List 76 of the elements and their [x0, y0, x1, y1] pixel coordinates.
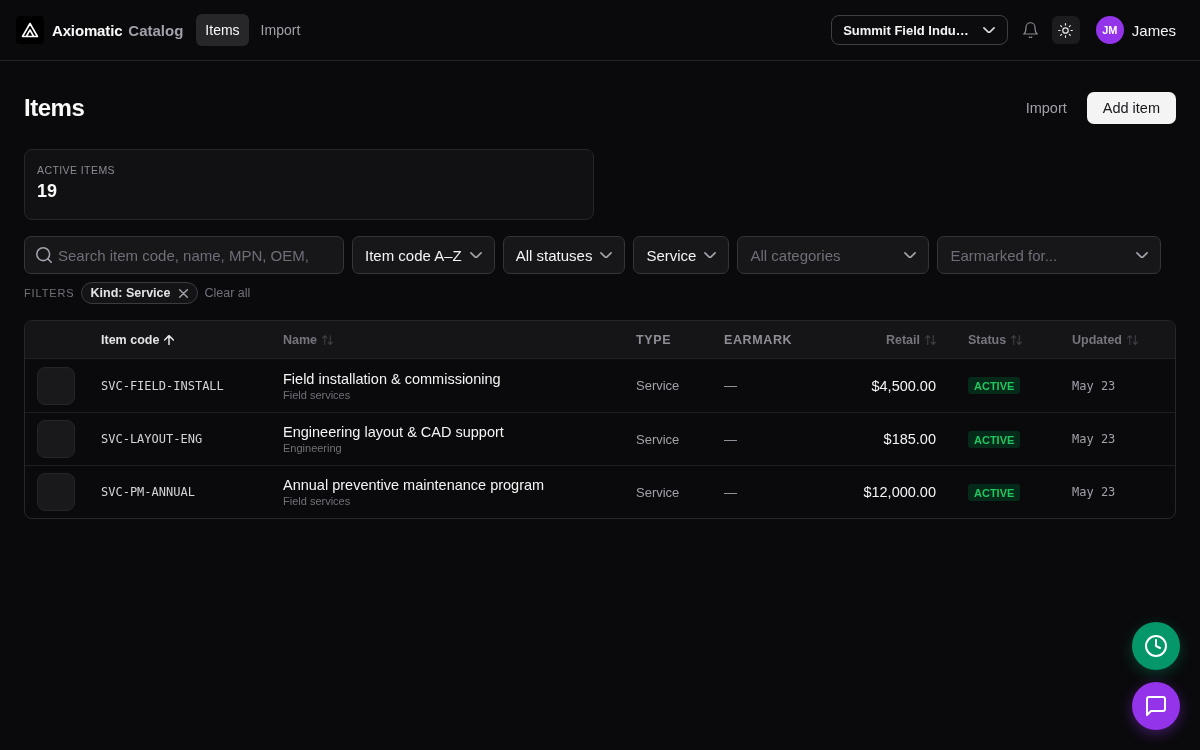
item-category: Field services: [283, 495, 352, 507]
stat-value: 19: [37, 181, 59, 202]
table-cell: $185.00: [883, 431, 936, 447]
sort-icon: [322, 334, 334, 345]
table-cell: SVC-FIELD-INSTALL: [101, 378, 224, 393]
bell-icon[interactable]: [1022, 21, 1038, 39]
sort-icon: [925, 334, 936, 345]
arrow-up-icon: [164, 334, 175, 345]
status-badge: ACTIVE: [968, 377, 1021, 394]
user-avatar[interactable]: JM: [1095, 16, 1124, 44]
stat-label: ACTIVE ITEMS: [37, 164, 116, 176]
column-header[interactable]: Retail: [885, 332, 936, 347]
table-cell: Service: [636, 378, 680, 393]
filter-dropdown[interactable]: All statuses: [502, 236, 626, 274]
chevron-down-icon: [904, 251, 917, 259]
chat-bubble-icon: [1146, 696, 1166, 716]
table-cell: SVC-PM-ANNUAL: [101, 485, 195, 499]
table-cell: May 23: [1072, 485, 1116, 499]
table-cell: —: [724, 431, 737, 447]
table-cell: May 23: [1072, 432, 1116, 446]
nav-tab[interactable]: Items: [196, 14, 249, 46]
column-header: EARMARK: [724, 332, 793, 347]
status-badge: ACTIVE: [968, 430, 1021, 448]
close-icon[interactable]: [179, 288, 189, 298]
chevron-down-icon: [704, 251, 717, 259]
chat-button[interactable]: [1132, 682, 1180, 730]
theme-toggle-button[interactable]: [1051, 16, 1080, 44]
primary-button[interactable]: Add item: [1086, 92, 1176, 124]
table-cell: SVC-LAYOUT-ENG: [101, 432, 203, 446]
column-header[interactable]: Name: [283, 332, 334, 347]
filters-label: FILTERS: [24, 287, 75, 299]
filter-dropdown[interactable]: All categories: [737, 236, 930, 274]
user-name: James: [1131, 21, 1176, 39]
table-cell: —: [724, 378, 737, 393]
product-name: Catalog: [128, 21, 184, 39]
column-header[interactable]: Status: [968, 332, 1023, 347]
nav-tab[interactable]: Import: [251, 14, 310, 46]
filter-dropdown[interactable]: Item code A–Z: [352, 236, 495, 274]
table-cell: $12,000.00: [863, 484, 936, 500]
thumbnail-placeholder: [37, 420, 75, 458]
chevron-down-icon: [469, 251, 482, 259]
thumbnail-placeholder: [37, 473, 75, 511]
search-field[interactable]: Search item code, name, MPN, OEM,: [24, 236, 344, 274]
search-icon: [36, 247, 52, 263]
filter-dropdown[interactable]: Service: [633, 236, 730, 274]
logo-icon: [16, 16, 44, 44]
item-category: Field services: [283, 388, 352, 401]
clock-icon: [1145, 635, 1167, 657]
organization-select[interactable]: Summit Field Indu…: [831, 15, 1008, 45]
table-cell: Service: [636, 431, 680, 447]
text-button[interactable]: Import: [1013, 92, 1079, 124]
chevron-down-icon: [982, 26, 995, 34]
sun-icon: [1058, 22, 1074, 38]
chevron-down-icon: [600, 251, 613, 259]
table-cell: —: [724, 484, 737, 500]
item-name[interactable]: Engineering layout & CAD support: [283, 424, 504, 440]
clear-all-link[interactable]: Clear all: [204, 286, 251, 300]
page-title: Items: [24, 94, 85, 122]
item-name[interactable]: Field installation & commissioning: [283, 370, 501, 387]
table-cell: $4,500.00: [871, 377, 936, 394]
thumbnail-placeholder: [37, 366, 75, 405]
status-badge: ACTIVE: [968, 483, 1021, 501]
table-cell: May 23: [1072, 378, 1116, 393]
column-header[interactable]: Updated: [1072, 332, 1138, 347]
sort-icon: [1127, 334, 1138, 345]
filter-chip[interactable]: Kind: Service: [80, 282, 199, 304]
sort-icon: [1011, 334, 1023, 345]
clock-button[interactable]: [1132, 622, 1180, 670]
column-header: TYPE: [636, 332, 672, 347]
filter-dropdown[interactable]: Earmarked for...: [937, 236, 1162, 274]
table-cell: Service: [636, 484, 680, 500]
item-category: Engineering: [283, 442, 343, 454]
brand-name: Axiomatic: [52, 21, 123, 39]
item-name[interactable]: Annual preventive maintenance program: [283, 477, 545, 493]
column-header[interactable]: Item code: [101, 332, 175, 347]
chevron-down-icon: [1136, 251, 1149, 259]
